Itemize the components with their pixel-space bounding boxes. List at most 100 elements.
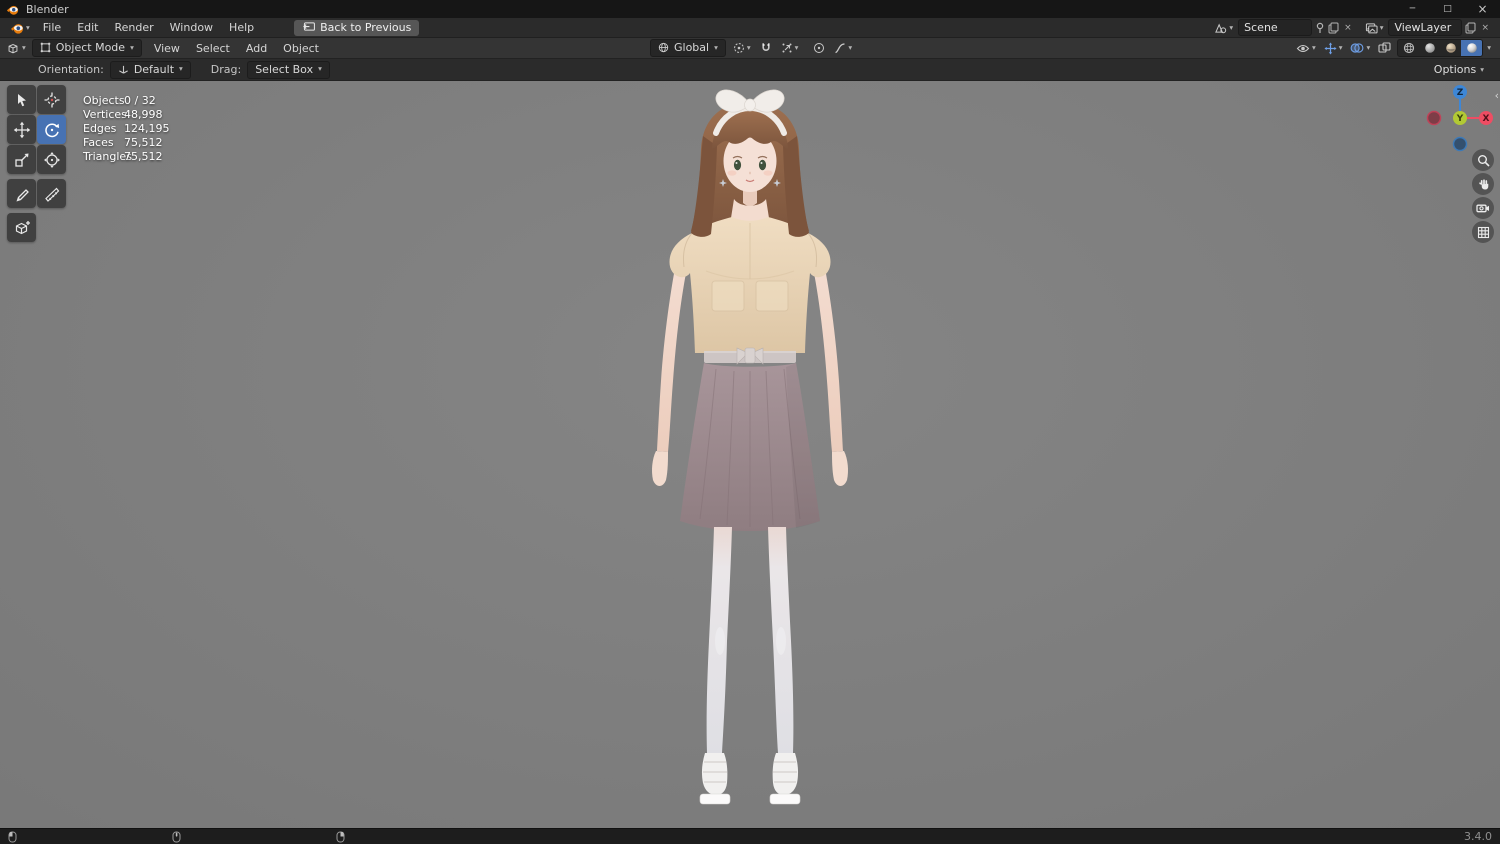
unlink-scene-icon[interactable]: × [1342, 23, 1354, 33]
axis-negative-z-ball[interactable] [1452, 136, 1468, 152]
statistics-overlay: Objects 0 / 32 Vertices 48,998 Edges 124,19… [83, 94, 170, 164]
chevron-down-icon: ▾ [179, 64, 183, 74]
menu-select[interactable]: Select [188, 38, 238, 58]
stat-vertices: Vertices 48,998 [83, 108, 163, 121]
chevron-down-icon: ▾ [794, 43, 799, 53]
navigation-gizmo[interactable]: Z X Y [1425, 83, 1495, 153]
chevron-down-icon: ▾ [1480, 64, 1484, 74]
viewlayer-name: ViewLayer [1394, 21, 1452, 34]
tool-settings-bar: Orientation: Default ▾ Drag: Select Box … [0, 59, 1500, 81]
chevron-down-icon: ▾ [1311, 43, 1316, 53]
sidebar-toggle[interactable]: ‹ [1495, 89, 1499, 102]
chevron-down-icon: ▾ [1338, 43, 1343, 53]
tool-transform[interactable] [37, 145, 66, 174]
snap-toggle[interactable] [758, 41, 774, 55]
proportional-falloff-dropdown[interactable]: ▾ [832, 41, 854, 55]
transform-orientation-dropdown[interactable]: Global ▾ [650, 39, 726, 57]
gizmo-icon [1324, 41, 1337, 55]
pivot-point-dropdown[interactable]: ▾ [731, 41, 753, 55]
stat-faces: Faces 75,512 [83, 136, 163, 149]
menu-window[interactable]: Window [162, 18, 221, 37]
tool-move[interactable] [7, 115, 36, 144]
back-arrow-icon [302, 22, 316, 32]
tool-rotate[interactable] [37, 115, 66, 144]
mouse-left-click-icon [8, 831, 17, 843]
shading-material-button[interactable] [1440, 40, 1461, 56]
menu-object[interactable]: Object [275, 38, 327, 58]
scene-icon [1214, 22, 1227, 34]
show-gizmo-toggle[interactable]: ▾ [1322, 41, 1345, 56]
editor-type-button[interactable]: ▾ [4, 40, 28, 56]
shading-rendered-button[interactable] [1461, 40, 1483, 56]
viewlayer-name-field[interactable]: ViewLayer [1388, 19, 1463, 36]
menu-file[interactable]: File [35, 18, 69, 37]
new-scene-icon[interactable] [1328, 22, 1339, 34]
shading-solid-button[interactable] [1419, 40, 1440, 56]
remove-viewlayer-icon[interactable]: × [1479, 23, 1491, 33]
pin-icon[interactable] [1315, 22, 1325, 34]
chevron-down-icon: ▾ [714, 42, 718, 52]
viewport-header: ▾ Object Mode ▾ View Select Add Object G… [0, 38, 1500, 59]
options-label: Options [1433, 63, 1477, 76]
mode-dropdown[interactable]: Object Mode ▾ [31, 39, 142, 57]
tool-measure[interactable] [37, 179, 66, 208]
orientation-dropdown[interactable]: Default ▾ [109, 60, 191, 79]
scene-name-field[interactable]: Scene [1238, 19, 1313, 36]
window-controls: ─ □ × [1395, 0, 1500, 18]
pivot-point-icon [733, 42, 745, 54]
blender-app-menu[interactable]: ▾ [5, 21, 35, 35]
magnet-icon [760, 42, 772, 54]
tool-select-box[interactable] [7, 85, 36, 114]
viewlayer-browse-button[interactable]: ▾ [1363, 21, 1386, 35]
chevron-down-icon: ▾ [26, 22, 30, 32]
menu-view[interactable]: View [146, 38, 188, 58]
shading-dropdown-icon[interactable]: ▾ [1487, 44, 1491, 52]
axis-negative-x-ball[interactable] [1426, 110, 1442, 126]
zoom-button[interactable] [1472, 149, 1494, 171]
maximize-button[interactable]: □ [1430, 0, 1465, 18]
chevron-down-icon: ▾ [318, 64, 322, 74]
menu-render[interactable]: Render [107, 18, 162, 37]
viewport-3d[interactable]: Objects 0 / 32 Vertices 48,998 Edges 124,19… [0, 81, 1500, 828]
falloff-curve-icon [834, 42, 846, 54]
menu-add[interactable]: Add [238, 38, 275, 58]
tool-cursor[interactable] [37, 85, 66, 114]
show-overlays-toggle[interactable]: ▾ [1348, 41, 1372, 55]
grid-ortho-button[interactable] [1472, 221, 1494, 243]
character-model[interactable] [0, 81, 1500, 828]
menu-help[interactable]: Help [221, 18, 262, 37]
object-visibility-dropdown[interactable]: ▾ [1294, 42, 1318, 55]
drag-dropdown[interactable]: Select Box ▾ [247, 60, 330, 79]
tool-group-gap [7, 175, 66, 178]
stat-triangles: Triangles 75,512 [83, 150, 163, 163]
new-viewlayer-icon[interactable] [1465, 22, 1476, 34]
pan-hand-button[interactable] [1472, 173, 1494, 195]
mode-label: Object Mode [55, 41, 126, 54]
xray-toggle[interactable] [1376, 41, 1393, 55]
blender-window: Blender ─ □ × ▾ File Edit Render Window … [0, 0, 1500, 844]
minimize-button[interactable]: ─ [1395, 0, 1430, 18]
axis-z-ball[interactable]: Z [1453, 85, 1467, 99]
snap-target-dropdown[interactable]: ▾ [779, 41, 801, 55]
shading-wireframe-button[interactable] [1398, 40, 1419, 56]
axis-x-ball[interactable]: X [1479, 111, 1493, 125]
close-button[interactable]: × [1465, 0, 1500, 18]
options-dropdown[interactable]: Options ▾ [1426, 62, 1492, 77]
tool-annotate[interactable] [7, 179, 36, 208]
menu-edit[interactable]: Edit [69, 18, 106, 37]
chevron-down-icon: ▾ [1379, 22, 1384, 32]
tool-scale[interactable] [7, 145, 36, 174]
svg-text:Y: Y [1456, 114, 1464, 124]
axis-y-ball[interactable]: Y [1453, 111, 1467, 125]
titlebar: Blender ─ □ × [0, 0, 1500, 18]
scene-viewlayer-controls: ▾ Scene × ▾ ViewLayer × [1212, 19, 1495, 36]
proportional-editing-toggle[interactable] [811, 41, 827, 55]
svg-text:Z: Z [1457, 88, 1464, 98]
viewport-display-controls: ▾ ▾ ▾ ▾ [1294, 39, 1496, 57]
back-to-previous-button[interactable]: Back to Previous [294, 19, 420, 36]
scene-browse-button[interactable]: ▾ [1212, 21, 1235, 35]
orientation-value: Default [133, 62, 175, 76]
camera-view-button[interactable] [1472, 197, 1494, 219]
tool-add-cube[interactable] [7, 213, 36, 242]
stat-objects: Objects 0 / 32 [83, 94, 156, 107]
